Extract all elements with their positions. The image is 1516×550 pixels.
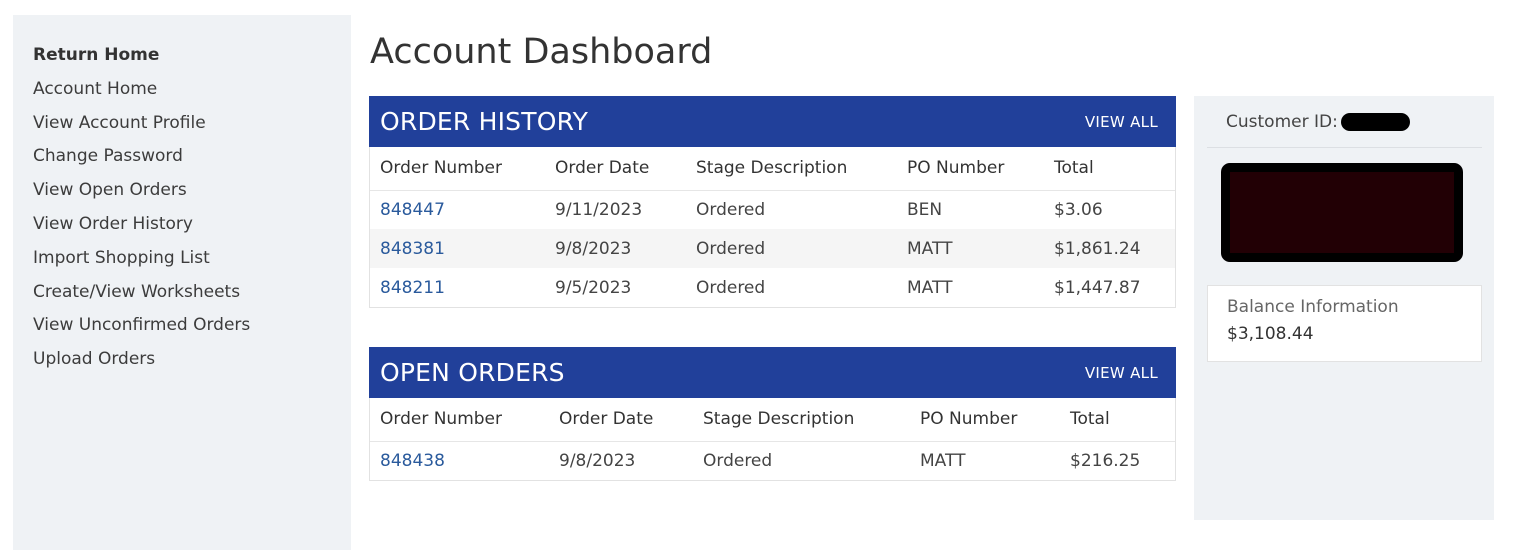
- column-header-order-number: Order Number: [370, 398, 549, 442]
- sidebar-item-create-view-worksheets[interactable]: Create/View Worksheets: [13, 282, 351, 316]
- stage-description-cell: Ordered: [703, 450, 773, 471]
- column-header-po-number: PO Number: [910, 398, 1060, 442]
- order-number-link[interactable]: 848447: [380, 200, 445, 220]
- column-header-order-number: Order Number: [370, 147, 545, 191]
- total-cell: $216.25: [1070, 450, 1141, 471]
- total-cell: $1,861.24: [1044, 229, 1175, 268]
- sidebar-item-view-open-orders[interactable]: View Open Orders: [13, 180, 351, 214]
- po-number-cell: MATT: [920, 450, 966, 471]
- total-cell: $3.06: [1054, 199, 1103, 220]
- sidebar-item-upload-orders[interactable]: Upload Orders: [13, 349, 351, 383]
- column-header-order-date: Order Date: [545, 147, 686, 191]
- order-number-cell: 848381: [370, 229, 545, 268]
- order-history-view-all-link[interactable]: VIEW ALL: [1085, 113, 1158, 131]
- open-orders-panel: OPEN ORDERS VIEW ALL Order Number Order …: [369, 347, 1176, 481]
- order-history-title: ORDER HISTORY: [380, 107, 589, 136]
- order-number-cell: 848211: [370, 268, 545, 307]
- redacted-account-box: [1221, 163, 1463, 262]
- column-header-total: Total: [1044, 147, 1175, 191]
- column-header-order-date: Order Date: [549, 398, 693, 442]
- table-row: 848447 9/11/2023 Ordered BEN $3.06: [370, 190, 1175, 229]
- order-date-cell: 9/8/2023: [545, 229, 686, 268]
- balance-information-box: Balance Information $3,108.44: [1207, 285, 1482, 362]
- sidebar-item-return-home[interactable]: Return Home: [13, 45, 351, 79]
- order-number-cell: 848447: [370, 190, 545, 229]
- sidebar-item-view-account-profile[interactable]: View Account Profile: [13, 113, 351, 147]
- stage-description-cell: Ordered: [686, 229, 897, 268]
- stage-description-cell: Ordered: [696, 199, 766, 220]
- total-cell: $1,447.87: [1054, 277, 1141, 298]
- table-row: 848211 9/5/2023 Ordered MATT $1,447.87: [370, 268, 1175, 307]
- stage-description-cell: Ordered: [696, 277, 766, 298]
- order-date-cell: 9/5/2023: [555, 277, 632, 298]
- account-sidebar: Return Home Account Home View Account Pr…: [13, 15, 351, 550]
- order-number-link[interactable]: 848438: [380, 451, 445, 471]
- column-header-po-number: PO Number: [897, 147, 1044, 191]
- table-header-row: Order Number Order Date Stage Descriptio…: [370, 398, 1175, 442]
- open-orders-header: OPEN ORDERS VIEW ALL: [369, 347, 1176, 398]
- order-number-link[interactable]: 848211: [380, 278, 445, 298]
- table-row: 848381 9/8/2023 Ordered MATT $1,861.24: [370, 229, 1175, 268]
- sidebar-item-change-password[interactable]: Change Password: [13, 146, 351, 180]
- customer-id-label: Customer ID:: [1226, 111, 1338, 132]
- open-orders-table: Order Number Order Date Stage Descriptio…: [370, 398, 1175, 480]
- order-history-panel: ORDER HISTORY VIEW ALL Order Number Orde…: [369, 96, 1176, 308]
- po-number-cell: BEN: [907, 199, 943, 220]
- column-header-stage-description: Stage Description: [693, 398, 910, 442]
- order-date-cell: 9/11/2023: [555, 199, 643, 220]
- open-orders-view-all-link[interactable]: VIEW ALL: [1085, 364, 1158, 382]
- open-orders-title: OPEN ORDERS: [380, 358, 565, 387]
- order-number-link[interactable]: 848381: [380, 239, 445, 259]
- table-row: 848438 9/8/2023 Ordered MATT $216.25: [370, 441, 1175, 480]
- column-header-stage-description: Stage Description: [686, 147, 897, 191]
- order-history-table: Order Number Order Date Stage Descriptio…: [370, 147, 1175, 307]
- sidebar-item-view-unconfirmed-orders[interactable]: View Unconfirmed Orders: [13, 315, 351, 349]
- po-number-cell: MATT: [897, 229, 1044, 268]
- page-title: Account Dashboard: [370, 32, 713, 72]
- customer-id-redacted: [1340, 112, 1410, 131]
- column-header-total: Total: [1060, 398, 1175, 442]
- table-header-row: Order Number Order Date Stage Descriptio…: [370, 147, 1175, 191]
- customer-id-row: Customer ID:: [1207, 96, 1482, 148]
- order-number-cell: 848438: [370, 441, 549, 480]
- balance-value: $3,108.44: [1227, 324, 1314, 344]
- order-history-header: ORDER HISTORY VIEW ALL: [369, 96, 1176, 147]
- sidebar-item-account-home[interactable]: Account Home: [13, 79, 351, 113]
- sidebar-item-import-shopping-list[interactable]: Import Shopping List: [13, 248, 351, 282]
- sidebar-item-view-order-history[interactable]: View Order History: [13, 214, 351, 248]
- po-number-cell: MATT: [907, 277, 953, 298]
- order-date-cell: 9/8/2023: [559, 450, 636, 471]
- account-info-panel: Customer ID: Balance Information $3,108.…: [1194, 96, 1494, 520]
- balance-label: Balance Information: [1227, 297, 1399, 317]
